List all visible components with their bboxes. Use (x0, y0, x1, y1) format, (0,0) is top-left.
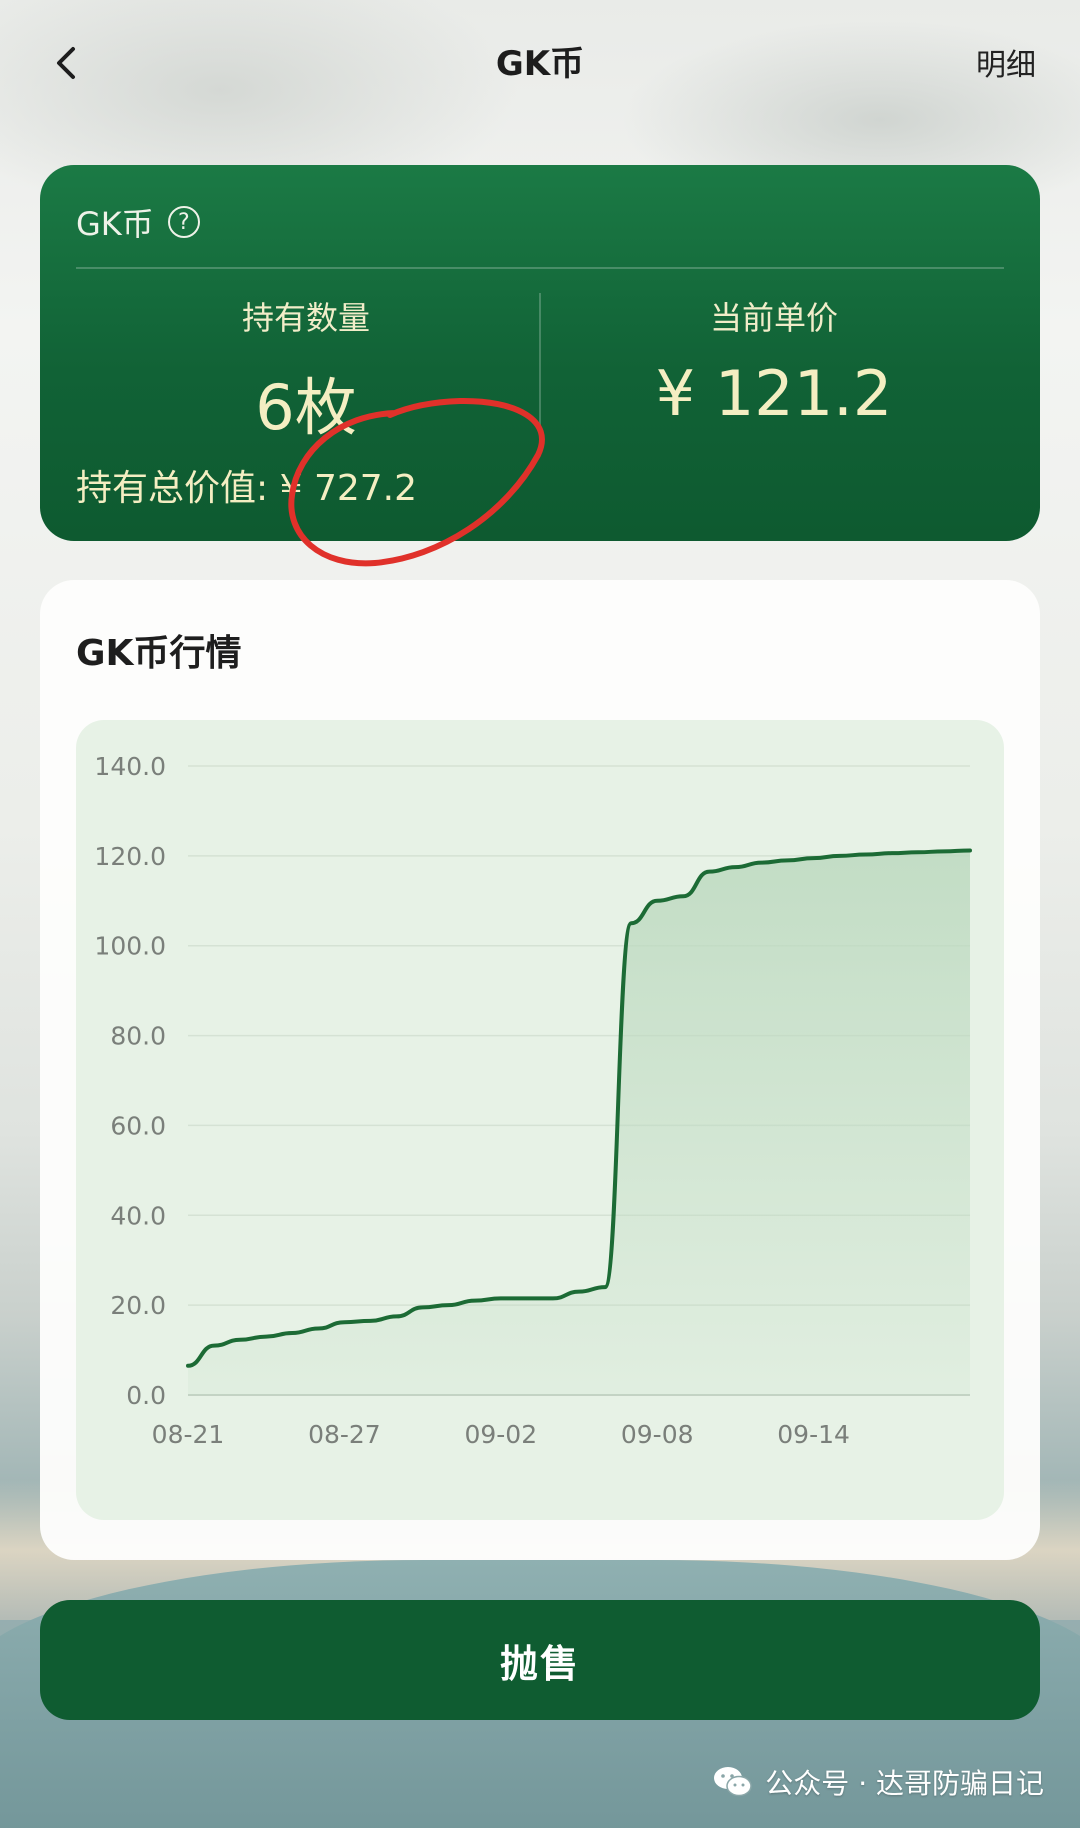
y-tick-label: 40.0 (110, 1201, 166, 1230)
x-tick-label: 09-02 (464, 1420, 537, 1449)
detail-link[interactable]: 明细 (976, 40, 1036, 84)
top-bar: GK币 明细 (0, 0, 1080, 120)
market-chart-card: GK币行情 0.0 20.0 40.0 60.0 80.0 100.0 120.0 140.0… (40, 580, 1040, 1560)
y-tick-label: 140.0 (94, 752, 166, 781)
divider (76, 267, 1004, 269)
y-tick-label: 0.0 (126, 1381, 166, 1410)
x-tick-label: 09-14 (777, 1420, 850, 1449)
unit-price-value: ¥ 121.2 (655, 357, 893, 430)
x-tick-label: 09-08 (621, 1420, 694, 1449)
summary-header: GK币 ? (76, 199, 200, 245)
unit-price-stat: 当前单价 ¥ 121.2 (544, 293, 1004, 430)
watermark-text: 公众号 · 达哥防骗日记 (765, 1767, 1044, 1800)
y-tick-label: 60.0 (110, 1111, 166, 1140)
y-tick-label: 20.0 (110, 1291, 166, 1320)
total-value-label: 持有总价值: (76, 468, 269, 509)
help-icon[interactable]: ? (167, 206, 200, 238)
coin-name: GK币 (76, 205, 154, 243)
y-tick-label: 120.0 (94, 842, 166, 871)
watermark: 公众号 · 达哥防骗日记 (713, 1762, 1044, 1802)
page-title: GK币 (495, 44, 585, 84)
holding-quantity-label: 持有数量 (241, 299, 370, 337)
unit-price-label: 当前单价 (709, 299, 838, 337)
price-chart-svg: 0.0 20.0 40.0 60.0 80.0 100.0 120.0 140.0 08-21 0… (94, 752, 972, 1449)
y-tick-label: 80.0 (110, 1022, 166, 1051)
price-area-fill (188, 850, 970, 1395)
x-tick-label: 08-27 (308, 1420, 381, 1449)
x-tick-label: 08-21 (152, 1420, 225, 1449)
y-tick-label: 100.0 (94, 932, 166, 961)
wechat-icon (714, 1767, 753, 1797)
price-chart: 0.0 20.0 40.0 60.0 80.0 100.0 120.0 140.0 08-21 0… (76, 720, 1004, 1520)
chart-title: GK币行情 (76, 633, 242, 674)
sell-button[interactable]: 抛售 (40, 1600, 1040, 1720)
red-circle-annotation (288, 397, 545, 567)
